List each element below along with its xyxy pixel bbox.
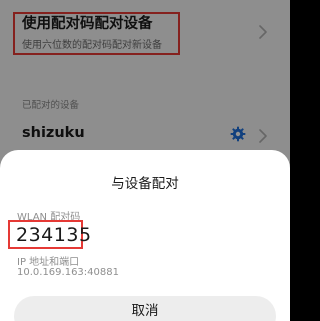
dialog-title: 与设备配对	[111, 176, 179, 192]
pairing-code-value: 234135	[16, 224, 92, 246]
pairing-dialog: 与设备配对 WLAN 配对码 234135 IP 地址和端口 10.0.169.…	[0, 150, 290, 321]
settings-screen: 使用配对码配对设备 使用六位数的配对码配对新设备 已配对的设备 shizuku	[0, 0, 290, 321]
cancel-button[interactable]: 取消	[14, 296, 276, 321]
ip-address-label: IP 地址和端口	[17, 257, 80, 268]
ip-address-value: 10.0.169.163:40881	[17, 267, 119, 278]
